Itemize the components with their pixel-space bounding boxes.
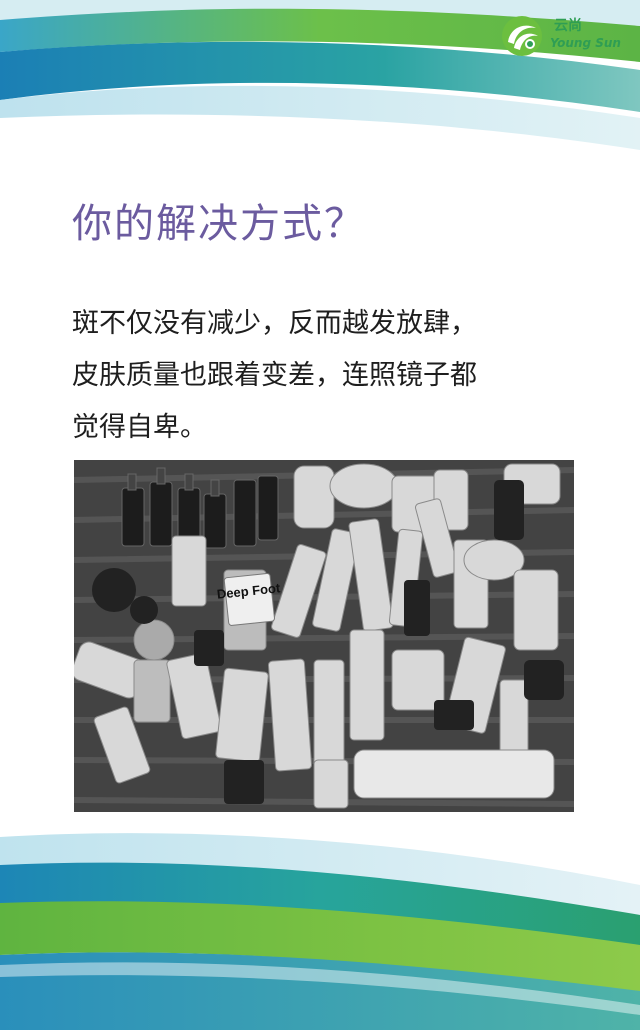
logo-mark-icon [502, 16, 542, 56]
products-pile-image: Deep Foot [74, 460, 574, 812]
body-text: 斑不仅没有减少，反而越发放肆， 皮肤质量也跟着变差，连照镜子都 觉得自卑。 [72, 298, 592, 454]
logo-chinese-name: 云尚 [554, 18, 582, 34]
body-line: 斑不仅没有减少，反而越发放肆， [72, 308, 477, 339]
body-line: 皮肤质量也跟着变差，连照镜子都 [72, 360, 477, 391]
body-line: 觉得自卑。 [72, 412, 207, 443]
bottom-decorative-wave [0, 833, 640, 1030]
logo-english-name: Young Sun [550, 36, 621, 50]
skincare-products-photo: Deep Foot [74, 460, 574, 812]
page-title: 你的解决方式？ [72, 201, 366, 247]
young-sun-logo: 云尚 Young Sun [500, 14, 630, 58]
